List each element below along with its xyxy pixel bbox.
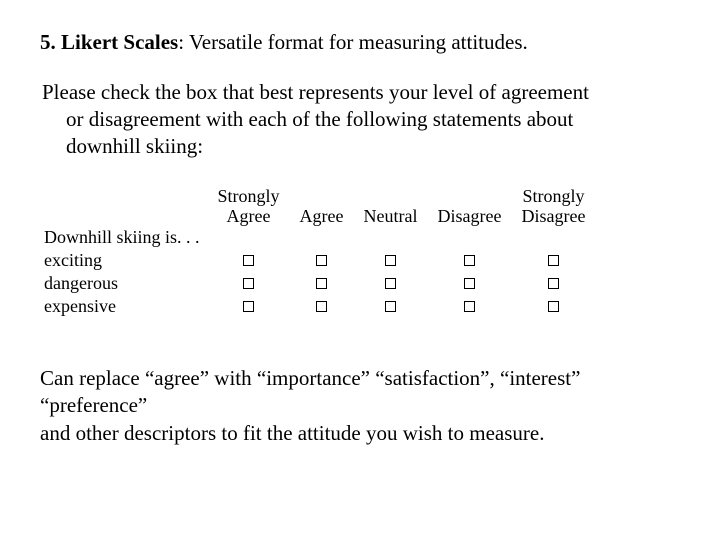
row-label: expensive <box>40 294 208 317</box>
col-label-top: Strongly <box>522 186 584 206</box>
footnote-line-1: Can replace “agree” with “importance” “s… <box>40 366 580 417</box>
col-disagree: Disagree <box>428 186 512 227</box>
col-label: Agree <box>300 206 344 226</box>
instructions-line-1: Please check the box that best represent… <box>42 80 589 104</box>
checkbox[interactable] <box>316 255 327 266</box>
likert-row: expensive <box>40 294 595 317</box>
instructions: Please check the box that best represent… <box>40 79 680 160</box>
checkbox[interactable] <box>385 278 396 289</box>
checkbox[interactable] <box>385 255 396 266</box>
likert-header-row: Strongly Agree Agree Neutral Disagree St… <box>40 186 595 227</box>
col-label-bot: Agree <box>227 206 271 226</box>
checkbox[interactable] <box>464 301 475 312</box>
col-strongly-disagree: Strongly Disagree <box>511 186 595 227</box>
checkbox[interactable] <box>464 278 475 289</box>
checkbox[interactable] <box>548 255 559 266</box>
col-label: Neutral <box>364 206 418 226</box>
row-label: dangerous <box>40 271 208 294</box>
document-page: 5. Likert Scales: Versatile format for m… <box>0 0 720 447</box>
col-label: Disagree <box>438 206 502 226</box>
likert-table: Strongly Agree Agree Neutral Disagree St… <box>40 186 595 317</box>
title-number-name: 5. Likert Scales <box>40 30 178 54</box>
col-label-top: Strongly <box>218 186 280 206</box>
checkbox[interactable] <box>243 301 254 312</box>
row-label: exciting <box>40 248 208 271</box>
checkbox[interactable] <box>243 278 254 289</box>
checkbox[interactable] <box>548 278 559 289</box>
checkbox[interactable] <box>385 301 396 312</box>
checkbox[interactable] <box>243 255 254 266</box>
footnote-line-2: and other descriptors to fit the attitud… <box>40 421 544 445</box>
checkbox[interactable] <box>464 255 475 266</box>
title-description: : Versatile format for measuring attitud… <box>178 30 528 54</box>
likert-row: exciting <box>40 248 595 271</box>
section-title: 5. Likert Scales: Versatile format for m… <box>40 30 680 55</box>
likert-lead-row: Downhill skiing is. . . <box>40 227 595 248</box>
col-label-bot: Disagree <box>521 206 585 226</box>
checkbox[interactable] <box>316 278 327 289</box>
instructions-line-2: or disagreement with each of the followi… <box>66 107 573 131</box>
col-neutral: Neutral <box>354 186 428 227</box>
col-strongly-agree: Strongly Agree <box>208 186 290 227</box>
footnote: Can replace “agree” with “importance” “s… <box>40 365 680 447</box>
col-agree: Agree <box>290 186 354 227</box>
row-lead-label: Downhill skiing is. . . <box>40 227 208 248</box>
instructions-line-3: downhill skiing: <box>66 134 203 158</box>
checkbox[interactable] <box>548 301 559 312</box>
likert-row: dangerous <box>40 271 595 294</box>
checkbox[interactable] <box>316 301 327 312</box>
